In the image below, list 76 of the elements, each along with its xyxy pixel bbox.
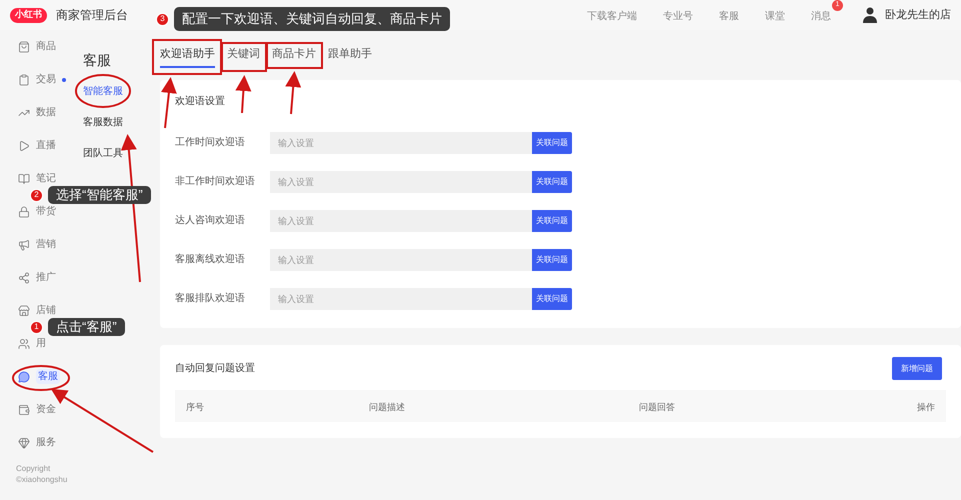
link-question-button[interactable]: 关联问题 [532, 210, 572, 232]
input-field[interactable]: 输入设置 [270, 132, 532, 154]
input-field[interactable]: 输入设置 [270, 248, 532, 270]
logo: 小红书 [10, 8, 47, 22]
highlight-ellipse [75, 74, 131, 108]
tab[interactable]: 商品卡片 [272, 42, 316, 68]
input-field[interactable]: 输入设置 [270, 170, 532, 192]
book-icon [18, 172, 30, 184]
sidebar-item[interactable]: 商品 [18, 39, 56, 54]
callout-bubble: 选择“智能客服” [48, 186, 151, 204]
tab[interactable]: 欢迎语助手 [160, 42, 215, 68]
lock-icon [18, 206, 30, 218]
field-label: 工作时间欢迎语 [175, 136, 246, 150]
arrow [235, 75, 252, 114]
sidebar-item[interactable]: 笔记 [18, 171, 56, 186]
header-link[interactable]: 专业号 [663, 11, 693, 22]
submenu-item[interactable]: 客服数据 [83, 115, 155, 146]
header-link[interactable]: 消息 [811, 11, 831, 22]
share-icon [18, 272, 30, 284]
input-field[interactable]: 输入设置 [270, 210, 532, 232]
link-question-button[interactable]: 关联问题 [532, 248, 572, 270]
header-link[interactable]: 课堂 [765, 11, 785, 22]
sidebar-item[interactable]: 店铺 [18, 303, 56, 318]
megaphone-icon [18, 238, 30, 250]
field-label: 客服排队欢迎语 [175, 292, 246, 306]
arrow [285, 71, 302, 114]
sidebar-item[interactable]: 推广 [18, 270, 56, 285]
wallet-icon [18, 404, 30, 416]
highlight-box [266, 42, 323, 69]
section-title: 欢迎语设置 [175, 94, 226, 109]
add-question-button[interactable]: 新增问题 [892, 357, 942, 380]
column-header: 操作 [917, 402, 935, 412]
header-link[interactable]: 客服 [719, 11, 739, 22]
section-title: 自动回复问题设置 [175, 362, 255, 376]
shop-name[interactable]: 卧龙先生的店 [885, 6, 951, 24]
sidebar-item[interactable]: 营销 [18, 237, 56, 252]
submenu-item[interactable]: 智能客服 [83, 84, 155, 115]
store-icon [18, 304, 30, 316]
sidebar-item[interactable]: 资金 [18, 402, 56, 417]
field-label: 达人咨询欢迎语 [175, 214, 246, 228]
sidebar-item[interactable]: 带货 [18, 204, 56, 219]
avatar-icon [861, 6, 879, 24]
input-field[interactable]: 输入设置 [270, 288, 532, 310]
highlight-ellipse [12, 365, 70, 391]
header-link[interactable]: 下载客户端 [587, 11, 637, 22]
link-question-button[interactable]: 关联问题 [532, 132, 572, 154]
column-header: 问题回答 [639, 402, 675, 412]
copyright-text: ©xiaohongshu [16, 474, 68, 485]
submenu-title: 客服 [83, 51, 112, 70]
column-header: 问题描述 [369, 402, 405, 412]
sidebar-item[interactable]: 用 [18, 336, 46, 351]
submenu-item[interactable]: 团队工具 [83, 146, 155, 177]
link-question-button[interactable]: 关联问题 [532, 170, 572, 192]
play-icon [18, 140, 30, 152]
link-question-button[interactable]: 关联问题 [532, 288, 572, 310]
arrow [160, 77, 177, 128]
field-label: 非工作时间欢迎语 [175, 174, 256, 189]
tab[interactable]: 关键词 [227, 42, 260, 68]
gem-icon [18, 436, 30, 448]
sidebar-item[interactable]: 交易 [18, 72, 66, 87]
field-label: 客服离线欢迎语 [175, 252, 246, 267]
step-badge: 2 [30, 188, 43, 202]
step-badge: 1 [30, 320, 43, 334]
tab[interactable]: 跟单助手 [328, 42, 372, 68]
app-title: 商家管理后台 [56, 7, 128, 24]
sidebar-item[interactable]: 数据 [18, 105, 56, 120]
copyright-text: Copyright [16, 463, 52, 474]
clipboard-icon [18, 74, 30, 86]
chat-bubble-icon [18, 370, 30, 382]
users-icon [18, 338, 30, 350]
callout-bubble: 配置一下欢迎语、关键词自动回复、商品卡片 [174, 7, 450, 31]
sidebar-item[interactable]: 直播 [18, 138, 56, 153]
callout-bubble: 点击“客服” [48, 318, 125, 336]
bag-icon [18, 40, 30, 52]
sidebar-item[interactable]: 服务 [18, 435, 56, 450]
column-header: 序号 [186, 402, 204, 412]
